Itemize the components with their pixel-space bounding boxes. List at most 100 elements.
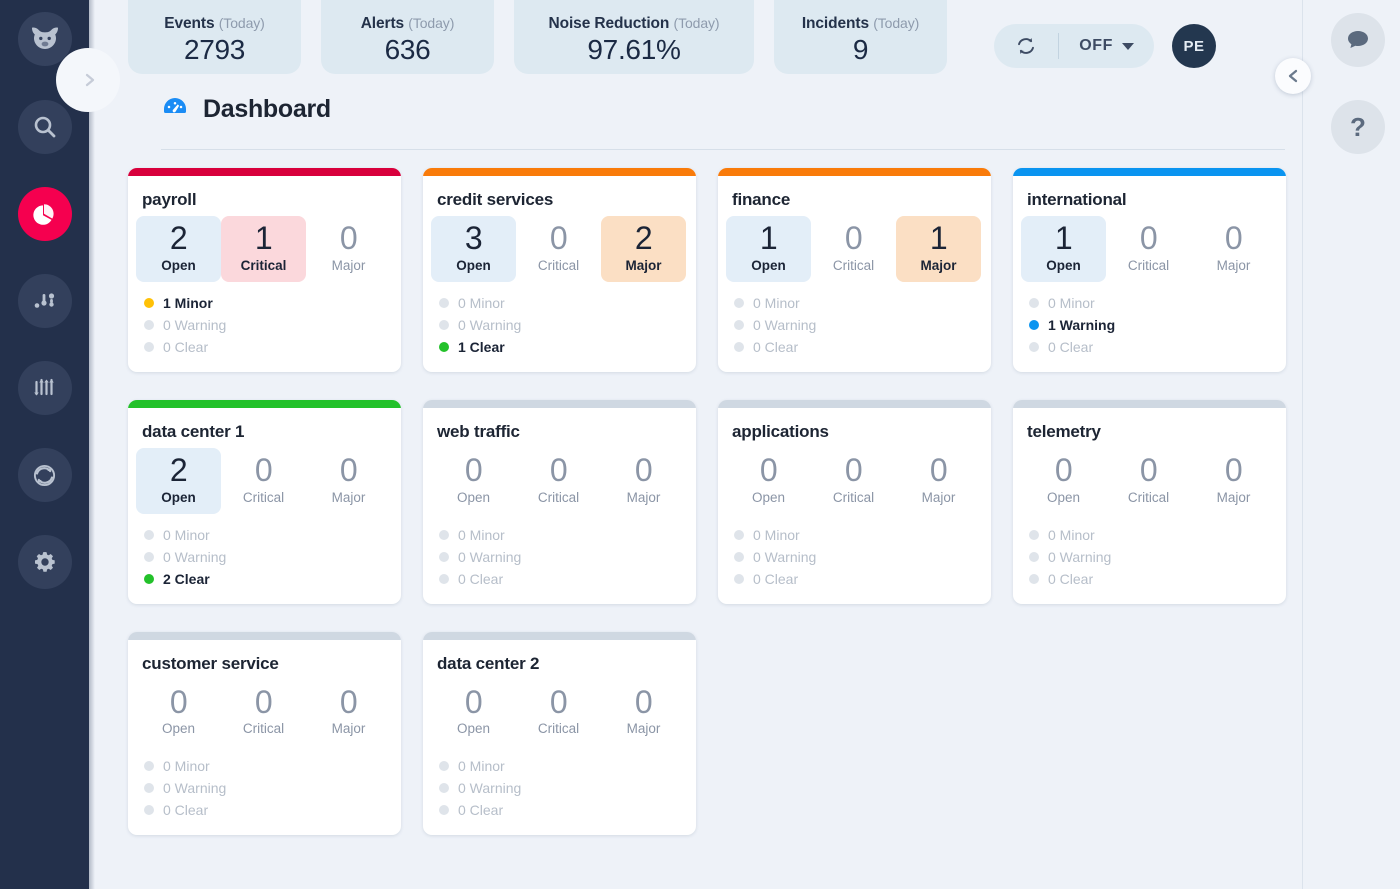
severity-warning-row[interactable]: 0 Warning <box>439 777 696 799</box>
severity-open[interactable]: 0 Open <box>136 680 221 746</box>
sync-icon[interactable] <box>18 448 72 502</box>
help-button[interactable]: ? <box>1331 100 1385 154</box>
chat-bubble-icon[interactable] <box>1331 13 1385 67</box>
severity-open[interactable]: 0 Open <box>431 680 516 746</box>
severity-major[interactable]: 0 Major <box>1191 448 1276 514</box>
severity-critical[interactable]: 0 Critical <box>221 448 306 514</box>
severity-critical[interactable]: 1 Critical <box>221 216 306 282</box>
service-card[interactable]: web traffic 0 Open 0 Critical 0 Major 0 … <box>423 400 696 604</box>
severity-clear-row[interactable]: 0 Clear <box>439 799 696 821</box>
severity-critical[interactable]: 0 Critical <box>516 680 601 746</box>
severity-open-count: 0 <box>760 453 777 489</box>
severity-critical[interactable]: 0 Critical <box>1106 448 1191 514</box>
rail-expand-toggle[interactable] <box>72 62 108 98</box>
severity-warning-row[interactable]: 0 Warning <box>439 546 696 568</box>
gear-icon[interactable] <box>18 535 72 589</box>
refresh-icon[interactable] <box>994 24 1058 68</box>
service-card[interactable]: data center 1 2 Open 0 Critical 0 Major … <box>128 400 401 604</box>
card-severity-bar <box>128 632 401 640</box>
severity-minor-row[interactable]: 0 Minor <box>144 524 401 546</box>
kpi-tile[interactable]: Events (Today) 2793 <box>128 0 301 74</box>
severity-warning-row[interactable]: 1 Warning <box>1029 314 1286 336</box>
severity-open-label: Open <box>457 721 490 736</box>
severity-critical[interactable]: 0 Critical <box>516 448 601 514</box>
severity-minor-row[interactable]: 0 Minor <box>734 524 991 546</box>
severity-warning-row[interactable]: 0 Warning <box>1029 546 1286 568</box>
service-card[interactable]: data center 2 0 Open 0 Critical 0 Major … <box>423 632 696 836</box>
kpi-period: (Today) <box>408 15 454 31</box>
severity-major[interactable]: 1 Major <box>896 216 981 282</box>
severity-minor-row[interactable]: 0 Minor <box>1029 292 1286 314</box>
severity-open[interactable]: 2 Open <box>136 448 221 514</box>
severity-warning-row[interactable]: 0 Warning <box>144 777 401 799</box>
search-icon[interactable] <box>18 100 72 154</box>
severity-warning-row[interactable]: 0 Warning <box>734 546 991 568</box>
severity-minor-row[interactable]: 0 Minor <box>439 524 696 546</box>
severity-major[interactable]: 0 Major <box>896 448 981 514</box>
severity-minor-row[interactable]: 0 Minor <box>439 292 696 314</box>
severity-minor-row[interactable]: 0 Minor <box>734 292 991 314</box>
severity-critical-label: Critical <box>833 490 874 505</box>
avatar[interactable]: PE <box>1172 24 1216 68</box>
severity-major[interactable]: 2 Major <box>601 216 686 282</box>
severity-open[interactable]: 0 Open <box>726 448 811 514</box>
severity-critical[interactable]: 0 Critical <box>811 216 896 282</box>
severity-clear-row[interactable]: 0 Clear <box>439 568 696 590</box>
nodes-icon[interactable] <box>18 274 72 328</box>
card-title: international <box>1013 176 1286 210</box>
severity-open[interactable]: 1 Open <box>726 216 811 282</box>
severity-warning-row[interactable]: 0 Warning <box>734 314 991 336</box>
severity-minor-row[interactable]: 0 Minor <box>439 755 696 777</box>
severity-critical[interactable]: 0 Critical <box>811 448 896 514</box>
service-card[interactable]: credit services 3 Open 0 Critical 2 Majo… <box>423 168 696 372</box>
severity-row: 0 Open 0 Critical 0 Major <box>423 442 696 514</box>
service-card[interactable]: applications 0 Open 0 Critical 0 Major 0… <box>718 400 991 604</box>
severity-minor-row[interactable]: 0 Minor <box>144 755 401 777</box>
severity-clear-row[interactable]: 0 Clear <box>734 568 991 590</box>
refresh-mode-dropdown[interactable]: OFF <box>1059 24 1154 68</box>
severity-open[interactable]: 0 Open <box>1021 448 1106 514</box>
service-card[interactable]: payroll 2 Open 1 Critical 0 Major 1 Mino… <box>128 168 401 372</box>
severity-minor-text: 0 Minor <box>753 292 800 314</box>
severity-clear-row[interactable]: 0 Clear <box>144 336 401 358</box>
service-card[interactable]: telemetry 0 Open 0 Critical 0 Major 0 Mi… <box>1013 400 1286 604</box>
severity-critical[interactable]: 0 Critical <box>1106 216 1191 282</box>
severity-warning-row[interactable]: 0 Warning <box>144 314 401 336</box>
right-panel-collapse-toggle[interactable] <box>1275 58 1311 94</box>
severity-major[interactable]: 0 Major <box>601 448 686 514</box>
severity-clear-row[interactable]: 0 Clear <box>734 336 991 358</box>
kpi-tile[interactable]: Incidents (Today) 9 <box>774 0 947 74</box>
severity-clear-row[interactable]: 1 Clear <box>439 336 696 358</box>
severity-open[interactable]: 1 Open <box>1021 216 1106 282</box>
pie-chart-icon[interactable] <box>18 187 72 241</box>
severity-major[interactable]: 0 Major <box>1191 216 1276 282</box>
service-card[interactable]: customer service 0 Open 0 Critical 0 Maj… <box>128 632 401 836</box>
severity-critical[interactable]: 0 Critical <box>516 216 601 282</box>
severity-major[interactable]: 0 Major <box>306 216 391 282</box>
severity-open[interactable]: 0 Open <box>431 448 516 514</box>
severity-warning-row[interactable]: 0 Warning <box>439 314 696 336</box>
severity-minor-row[interactable]: 0 Minor <box>1029 524 1286 546</box>
severity-major[interactable]: 0 Major <box>306 680 391 746</box>
severity-critical-count: 0 <box>255 685 272 721</box>
severity-minor-row[interactable]: 1 Minor <box>144 292 401 314</box>
severity-critical[interactable]: 0 Critical <box>221 680 306 746</box>
kpi-tile[interactable]: Noise Reduction (Today) 97.61% <box>514 0 754 74</box>
severity-major[interactable]: 0 Major <box>601 680 686 746</box>
minor-severity-list: 0 Minor 0 Warning 0 Clear <box>718 514 991 590</box>
severity-open[interactable]: 2 Open <box>136 216 221 282</box>
severity-major-label: Major <box>625 258 661 273</box>
severity-open[interactable]: 3 Open <box>431 216 516 282</box>
service-card[interactable]: international 1 Open 0 Critical 0 Major … <box>1013 168 1286 372</box>
sliders-icon[interactable] <box>18 361 72 415</box>
top-right-controls: OFF PE <box>994 24 1216 68</box>
severity-clear-row[interactable]: 0 Clear <box>1029 568 1286 590</box>
severity-clear-row[interactable]: 0 Clear <box>144 799 401 821</box>
severity-clear-row[interactable]: 0 Clear <box>1029 336 1286 358</box>
kpi-tile[interactable]: Alerts (Today) 636 <box>321 0 494 74</box>
severity-clear-row[interactable]: 2 Clear <box>144 568 401 590</box>
service-card[interactable]: finance 1 Open 0 Critical 1 Major 0 Mino… <box>718 168 991 372</box>
severity-warning-row[interactable]: 0 Warning <box>144 546 401 568</box>
severity-major[interactable]: 0 Major <box>306 448 391 514</box>
severity-open-label: Open <box>752 490 785 505</box>
